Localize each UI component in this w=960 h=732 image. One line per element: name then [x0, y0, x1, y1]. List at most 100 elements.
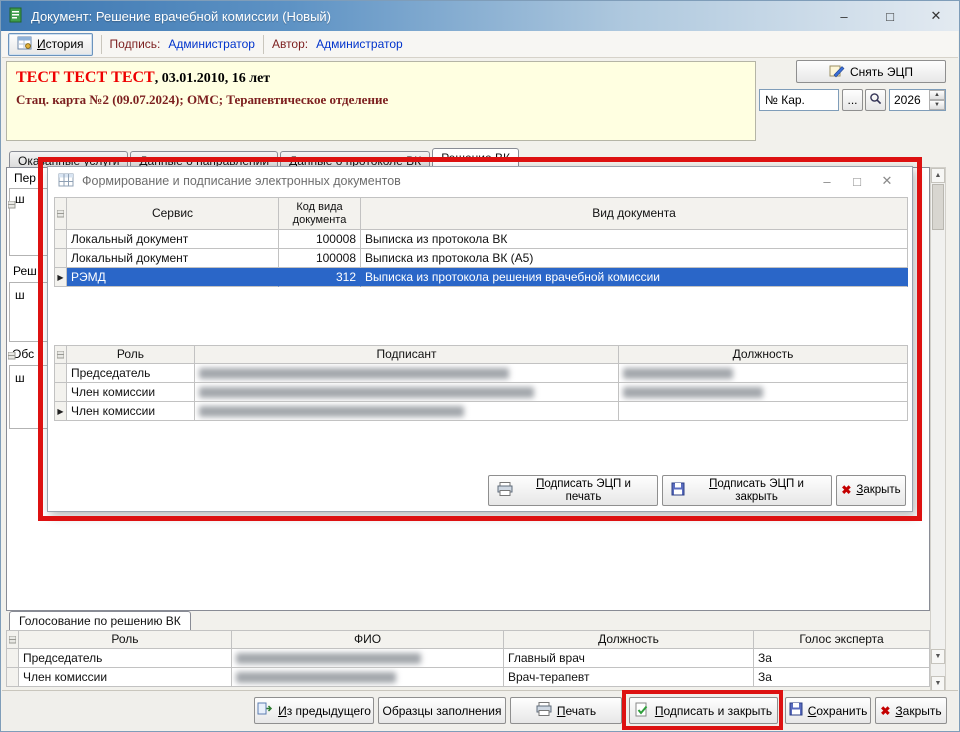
ellipsis-label: ...: [847, 93, 857, 107]
scrollbar-thumb[interactable]: [932, 184, 944, 230]
row-marker-cell: [55, 249, 67, 268]
document-kind-cell: Выписка из протокола решения врачебной к…: [361, 268, 908, 287]
history-icon: [17, 36, 32, 53]
year-up-button[interactable]: ▲: [929, 90, 945, 100]
printer-icon: [497, 482, 513, 500]
print-button[interactable]: Печать: [510, 697, 622, 724]
dialog-maximize-button[interactable]: □: [842, 174, 872, 189]
minimize-button[interactable]: –: [821, 1, 867, 31]
dialog-close-action-label: Закрыть: [856, 484, 900, 497]
card-browse-button[interactable]: ...: [842, 89, 863, 111]
redacted-text: [623, 387, 763, 398]
background-group-label-period: Пер: [14, 171, 36, 185]
signer-name-cell: [195, 383, 619, 402]
documents-table: Сервис Код вида документа Вид документа …: [54, 197, 908, 287]
sign-and-print-label: Подписать ЭЦП и печать: [518, 478, 649, 503]
voting-role-cell: Председатель: [19, 649, 232, 668]
scroll-down-button[interactable]: ▼: [931, 649, 945, 664]
year-down-button[interactable]: ▼: [929, 100, 945, 110]
signing-dialog-titlebar: Формирование и подписание электронных до…: [48, 167, 912, 195]
voting-fio-cell: [232, 649, 504, 668]
from-previous-icon: [257, 702, 273, 719]
author-value: Администратор: [316, 37, 403, 51]
dialog-minimize-button[interactable]: –: [812, 174, 842, 189]
sign-and-print-button[interactable]: Подписать ЭЦП и печать: [488, 475, 658, 506]
year-input[interactable]: [890, 90, 929, 110]
redacted-text: [199, 368, 509, 379]
signer-role-cell: Член комиссии: [67, 383, 195, 402]
row-marker-cell: [55, 230, 67, 249]
voting-col-role: Роль: [19, 631, 232, 649]
signer-role-cell: Член комиссии: [67, 402, 195, 421]
signers-table-corner: [55, 346, 67, 364]
row-marker-cell: [7, 649, 19, 668]
dialog-grid-icon: [58, 173, 74, 190]
document-kind-cell: Выписка из протокола ВК: [361, 230, 908, 249]
card-number-input[interactable]: [759, 89, 839, 111]
sign-and-close-dialog-button[interactable]: Подписать ЭЦП и закрыть: [662, 475, 832, 506]
redacted-text: [236, 653, 421, 664]
window-title: Документ: Решение врачебной комиссии (Но…: [31, 9, 331, 24]
remove-signature-label: Снять ЭЦП: [850, 65, 913, 79]
maximize-button[interactable]: □: [867, 1, 913, 31]
window-titlebar: Документ: Решение врачебной комиссии (Но…: [1, 1, 959, 31]
document-service-cell: РЭМД: [67, 268, 279, 287]
redacted-text: [236, 672, 396, 683]
voting-vote-cell: За: [754, 668, 930, 687]
redacted-text: [199, 387, 534, 398]
signer-name-cell: [195, 364, 619, 383]
author-label: Автор:: [272, 37, 308, 51]
fill-samples-button[interactable]: Образцы заполнения: [378, 697, 506, 724]
close-form-button[interactable]: ✖ Закрыть: [875, 697, 947, 724]
document-service-cell: Локальный документ: [67, 249, 279, 268]
scroll-up-button[interactable]: ▲: [931, 168, 945, 183]
tab-voting[interactable]: Голосование по решению ВК: [9, 611, 191, 630]
voting-table: Роль ФИО Должность Голос эксперта Предсе…: [6, 630, 930, 687]
signers-table: Роль Подписант Должность Председатель Чл…: [54, 345, 908, 421]
from-previous-label: Из предыдущего: [278, 704, 371, 718]
signer-position-cell: [619, 383, 908, 402]
close-form-label: Закрыть: [895, 704, 941, 718]
signature-value: Администратор: [168, 37, 255, 51]
signer-name-cell: [195, 402, 619, 421]
row-marker-cell: [55, 383, 67, 402]
card-search-button[interactable]: [865, 89, 886, 111]
from-previous-button[interactable]: Из предыдущего: [254, 697, 374, 724]
documents-col-code: Код вида документа: [279, 198, 361, 230]
sign-and-close-button[interactable]: Подписать и закрыть: [629, 697, 778, 724]
toolbar-separator: [263, 35, 264, 54]
dialog-close-button[interactable]: ✕: [872, 173, 902, 189]
sign-and-close-dialog-label: Подписать ЭЦП и закрыть: [690, 478, 823, 503]
table-corner-icon: [8, 349, 16, 363]
grid-scroll-down-button[interactable]: ▼: [931, 676, 945, 691]
patient-name: ТЕСТ ТЕСТ ТЕСТ: [16, 69, 155, 86]
voting-col-position: Должность: [504, 631, 754, 649]
voting-table-corner: [7, 631, 19, 649]
window-controls: – □ ✕: [821, 1, 959, 31]
app-window: Документ: Решение врачебной комиссии (Но…: [0, 0, 960, 732]
dialog-title: Формирование и подписание электронных до…: [82, 174, 812, 188]
document-code-cell: 100008: [279, 249, 361, 268]
save-button[interactable]: Сохранить: [785, 697, 871, 724]
remove-signature-button[interactable]: Снять ЭЦП: [796, 60, 946, 83]
voting-role-cell: Член комиссии: [19, 668, 232, 687]
dialog-buttons: Подписать ЭЦП и печать Подписать ЭЦП и з…: [488, 475, 906, 506]
signer-position-cell: [619, 364, 908, 383]
row-marker-cell: [7, 668, 19, 687]
voting-col-vote: Голос эксперта: [754, 631, 930, 649]
documents-col-service: Сервис: [67, 198, 279, 230]
signer-position-cell: [619, 402, 908, 421]
history-button[interactable]: История: [8, 33, 93, 56]
background-field-1-text: ш: [15, 192, 25, 206]
vertical-scrollbar[interactable]: ▲ ▼ ▼: [930, 167, 946, 692]
voting-col-fio: ФИО: [232, 631, 504, 649]
row-marker-cell: ▶: [55, 402, 67, 421]
close-button[interactable]: ✕: [913, 1, 959, 31]
documents-col-kind: Вид документа: [361, 198, 908, 230]
app-icon: [8, 7, 24, 26]
signer-role-cell: Председатель: [67, 364, 195, 383]
dialog-close-action-button[interactable]: ✖ Закрыть: [836, 475, 906, 506]
document-code-cell: 100008: [279, 230, 361, 249]
voting-position-cell: Главный врач: [504, 649, 754, 668]
patient-card-line: Стац. карта №2 (09.07.2024); ОМС; Терапе…: [16, 92, 746, 108]
